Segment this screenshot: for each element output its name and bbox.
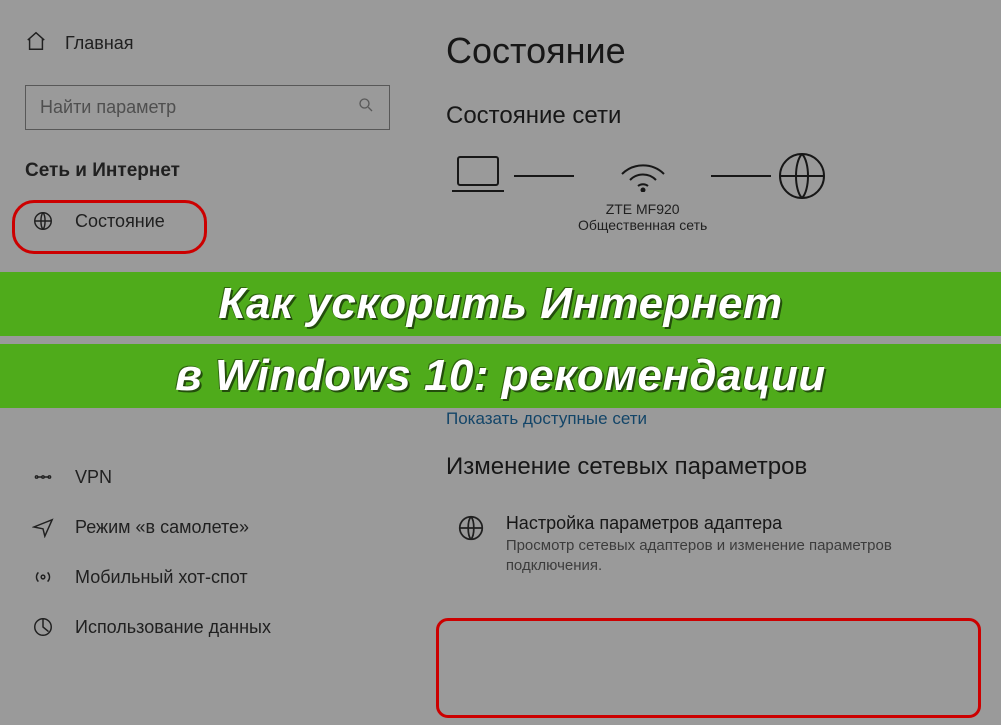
main-content: Состояние Состояние сети ZTE MF920 Общес… xyxy=(415,0,1001,725)
vpn-icon xyxy=(31,466,55,488)
globe-icon xyxy=(31,210,55,232)
sidebar-item-label: Состояние xyxy=(75,211,165,232)
sidebar-item-status[interactable]: Состояние xyxy=(25,196,390,246)
connection-line xyxy=(711,175,771,177)
home-label: Главная xyxy=(65,33,134,54)
sidebar: Главная Найти параметр Сеть и Интернет С… xyxy=(0,0,415,725)
data-usage-icon xyxy=(31,616,55,638)
sidebar-item-data-usage[interactable]: Использование данных xyxy=(25,602,390,652)
search-input[interactable]: Найти параметр xyxy=(25,85,390,130)
adapter-settings-option[interactable]: Настройка параметров адаптера Просмотр с… xyxy=(446,499,971,591)
search-icon xyxy=(357,96,375,119)
wifi-icon xyxy=(614,148,672,197)
globe-icon xyxy=(775,149,829,233)
search-placeholder: Найти параметр xyxy=(40,97,176,118)
globe-icon xyxy=(456,513,488,577)
page-title: Состояние xyxy=(446,30,971,72)
home-icon xyxy=(25,30,47,57)
network-type: Общественная сеть xyxy=(578,217,707,233)
network-name: ZTE MF920 xyxy=(606,201,680,217)
sidebar-item-label: Режим «в самолете» xyxy=(75,517,249,538)
laptop-icon xyxy=(446,151,510,231)
airplane-icon xyxy=(31,516,55,538)
hotspot-icon xyxy=(31,566,55,588)
connection-line xyxy=(514,175,574,177)
change-network-params-heading: Изменение сетевых параметров xyxy=(446,453,971,481)
sidebar-item-airplane[interactable]: Режим «в самолете» xyxy=(25,502,390,552)
sidebar-item-label: VPN xyxy=(75,467,112,488)
link-show-available-networks[interactable]: Показать доступные сети xyxy=(446,409,971,429)
sidebar-item-vpn[interactable]: VPN xyxy=(25,452,390,502)
sidebar-item-hotspot[interactable]: Мобильный хот-спот xyxy=(25,552,390,602)
adapter-option-title: Настройка параметров адаптера xyxy=(506,513,961,534)
sidebar-category: Сеть и Интернет xyxy=(25,160,390,182)
network-status-heading: Состояние сети xyxy=(446,102,971,130)
home-link[interactable]: Главная xyxy=(25,30,390,57)
settings-window: Главная Найти параметр Сеть и Интернет С… xyxy=(0,0,1001,725)
link-change-connection-props[interactable]: Изменить свойства подключения xyxy=(446,379,971,399)
network-diagram: ZTE MF920 Общественная сеть xyxy=(446,148,971,233)
sidebar-item-label: Использование данных xyxy=(75,617,271,638)
sidebar-item-label: Мобильный хот-спот xyxy=(75,567,248,588)
adapter-option-desc: Просмотр сетевых адаптеров и изменение п… xyxy=(506,536,961,577)
